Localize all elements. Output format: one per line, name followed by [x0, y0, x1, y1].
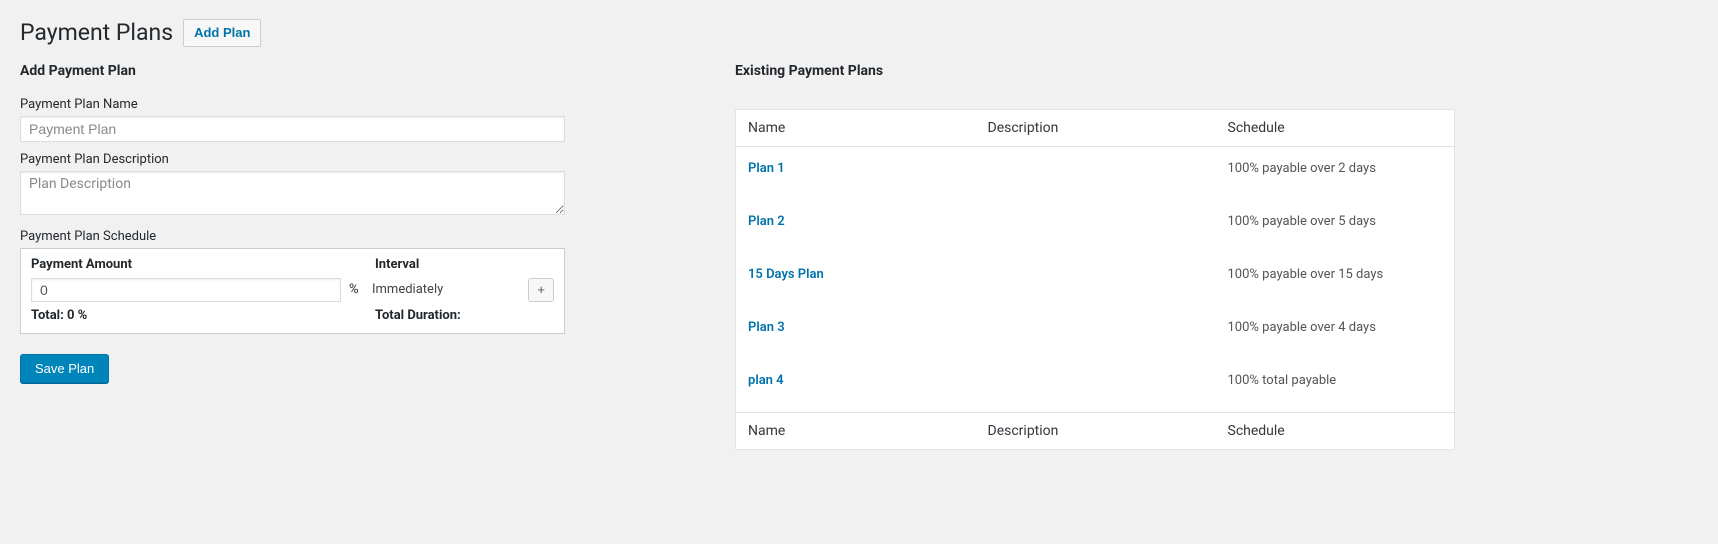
plan-schedule: 100% payable over 15 days	[1216, 253, 1455, 306]
plan-schedule: 100% payable over 2 days	[1216, 146, 1455, 200]
plan-description	[976, 146, 1216, 200]
add-plan-heading: Add Payment Plan	[20, 63, 565, 79]
schedule-box: Payment Amount Interval % Immediately + …	[20, 248, 565, 334]
plan-description	[976, 359, 1216, 413]
plan-description	[976, 306, 1216, 359]
plan-schedule-label: Payment Plan Schedule	[20, 229, 565, 244]
plan-name-label: Payment Plan Name	[20, 97, 565, 112]
interval-header: Interval	[375, 257, 554, 272]
plan-link[interactable]: Plan 1	[748, 161, 785, 176]
table-header-name: Name	[736, 109, 976, 146]
plan-desc-label: Payment Plan Description	[20, 152, 565, 167]
existing-plans-heading: Existing Payment Plans	[735, 63, 1455, 79]
plan-link[interactable]: Plan 2	[748, 214, 785, 229]
add-row-button[interactable]: +	[528, 278, 554, 302]
table-footer-schedule: Schedule	[1216, 412, 1455, 449]
plan-schedule: 100% total payable	[1216, 359, 1455, 413]
duration-label: Total Duration:	[375, 308, 554, 323]
plan-schedule: 100% payable over 5 days	[1216, 200, 1455, 253]
amount-input[interactable]	[31, 278, 341, 302]
save-plan-button[interactable]: Save Plan	[20, 354, 109, 383]
plan-description	[976, 200, 1216, 253]
table-row: plan 4 100% total payable	[736, 359, 1455, 413]
plans-table: Name Description Schedule Plan 1 100% pay…	[735, 109, 1455, 450]
plan-schedule: 100% payable over 4 days	[1216, 306, 1455, 359]
percent-sign: %	[349, 282, 364, 297]
table-row: 15 Days Plan 100% payable over 15 days	[736, 253, 1455, 306]
table-header-description: Description	[976, 109, 1216, 146]
plan-description	[976, 253, 1216, 306]
amount-header: Payment Amount	[31, 257, 375, 272]
table-row: Plan 3 100% payable over 4 days	[736, 306, 1455, 359]
table-header-schedule: Schedule	[1216, 109, 1455, 146]
interval-text: Immediately	[372, 282, 520, 297]
plan-link[interactable]: plan 4	[748, 373, 784, 388]
table-footer-description: Description	[976, 412, 1216, 449]
table-row: Plan 1 100% payable over 2 days	[736, 146, 1455, 200]
plan-link[interactable]: 15 Days Plan	[748, 267, 824, 282]
add-plan-button[interactable]: Add Plan	[183, 19, 261, 47]
table-row: Plan 2 100% payable over 5 days	[736, 200, 1455, 253]
plan-name-input[interactable]	[20, 116, 565, 142]
plan-link[interactable]: Plan 3	[748, 320, 785, 335]
page-title: Payment Plans	[20, 18, 173, 48]
total-label: Total: 0 %	[31, 308, 375, 323]
plan-desc-input[interactable]	[20, 171, 565, 215]
table-footer-name: Name	[736, 412, 976, 449]
